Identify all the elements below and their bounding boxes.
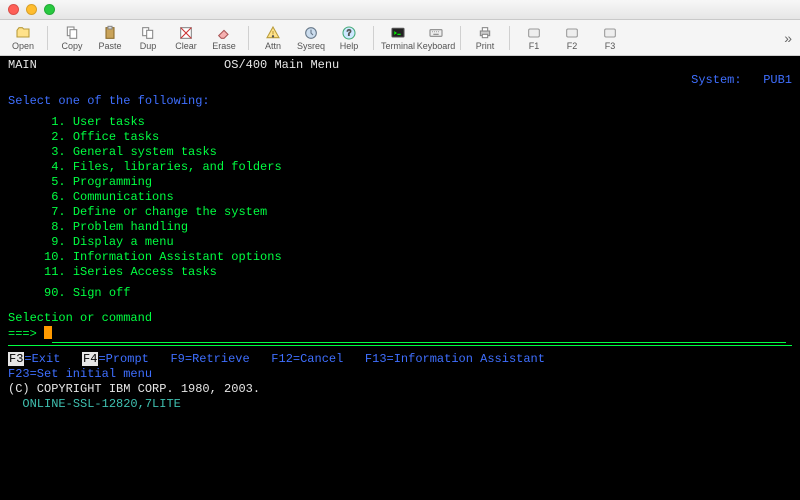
system-name: PUB1 xyxy=(763,73,792,87)
toolbar-separator xyxy=(248,26,249,50)
erase-icon xyxy=(215,25,233,41)
keyboard-button[interactable]: Keyboard xyxy=(419,21,453,55)
menu-option[interactable]: 4. Files, libraries, and folders xyxy=(51,160,281,174)
toolbar-separator xyxy=(509,26,510,50)
fkey-F12[interactable]: F12=Cancel xyxy=(271,352,343,366)
menu-option-signoff[interactable]: 90. Sign off xyxy=(44,286,130,300)
clear-icon xyxy=(177,25,195,41)
copyright: (C) COPYRIGHT IBM CORP. 1980, 2003. xyxy=(8,382,260,396)
status-mode: LITE xyxy=(152,397,181,412)
status-cursor-pos: 20,7 xyxy=(123,397,152,412)
toolbar-label: Terminal xyxy=(381,41,415,51)
clear-button[interactable]: Clear xyxy=(169,21,203,55)
fkey-F23[interactable]: F23=Set initial menu xyxy=(8,367,152,381)
fkey-F13[interactable]: F13=Information Assistant xyxy=(365,352,545,366)
system-label: System: xyxy=(691,73,741,87)
open-icon xyxy=(14,25,32,41)
menu-option[interactable]: 10. Information Assistant options xyxy=(44,250,282,264)
mac-titlebar xyxy=(0,0,800,20)
toolbar-label: Dup xyxy=(140,41,157,51)
toolbar-separator xyxy=(373,26,374,50)
open-button[interactable]: Open xyxy=(6,21,40,55)
terminal-icon xyxy=(389,25,407,41)
window-zoom-button[interactable] xyxy=(44,4,55,15)
command-prompt: ===> xyxy=(8,327,37,341)
select-prompt: Select one of the following: xyxy=(8,94,210,108)
status-bar: ONLINE-SSL-128 20,7 LITE xyxy=(8,397,792,412)
fkey-icon xyxy=(601,25,619,41)
copy-icon xyxy=(63,25,81,41)
help-button[interactable]: ? Help xyxy=(332,21,366,55)
fkey-F4[interactable]: F4 xyxy=(82,352,98,366)
menu-option[interactable]: 6. Communications xyxy=(51,190,173,204)
attn-button[interactable]: Attn xyxy=(256,21,290,55)
text-cursor xyxy=(44,326,52,339)
fkey-icon xyxy=(525,25,543,41)
erase-button[interactable]: Erase xyxy=(207,21,241,55)
copy-button[interactable]: Copy xyxy=(55,21,89,55)
toolbar-separator xyxy=(47,26,48,50)
print-button[interactable]: Print xyxy=(468,21,502,55)
fkey-F9[interactable]: F9=Retrieve xyxy=(170,352,249,366)
menu-option[interactable]: 2. Office tasks xyxy=(51,130,159,144)
fkey-row-1: F3=Exit F4=Prompt F9=Retrieve F12=Cancel… xyxy=(8,352,792,367)
toolbar-label: Sysreq xyxy=(297,41,325,51)
command-label: Selection or command xyxy=(8,311,152,325)
f3-button[interactable]: F3 xyxy=(593,21,627,55)
toolbar-label: Attn xyxy=(265,41,281,51)
menu-option[interactable]: 1. User tasks xyxy=(51,115,145,129)
svg-text:?: ? xyxy=(347,28,352,37)
dup-icon xyxy=(139,25,157,41)
menu-option[interactable]: 9. Display a menu xyxy=(51,235,173,249)
toolbar-label: Copy xyxy=(61,41,82,51)
toolbar-label: Print xyxy=(476,41,495,51)
command-input[interactable] xyxy=(52,327,786,343)
toolbar-label: F1 xyxy=(529,41,540,51)
menu-option[interactable]: 7. Define or change the system xyxy=(51,205,267,219)
f2-button[interactable]: F2 xyxy=(555,21,589,55)
help-icon: ? xyxy=(340,25,358,41)
toolbar-label: Paste xyxy=(98,41,121,51)
toolbar-label: F3 xyxy=(605,41,616,51)
page-title: OS/400 Main Menu xyxy=(37,58,339,72)
toolbar-label: F2 xyxy=(567,41,578,51)
menu-id: MAIN xyxy=(8,58,37,72)
toolbar-label: Clear xyxy=(175,41,197,51)
fkey-F3[interactable]: F3 xyxy=(8,352,24,366)
f1-button[interactable]: F1 xyxy=(517,21,551,55)
menu-option[interactable]: 11. iSeries Access tasks xyxy=(44,265,217,279)
print-icon xyxy=(476,25,494,41)
sysreq-button[interactable]: Sysreq xyxy=(294,21,328,55)
status-connection: ONLINE-SSL-128 xyxy=(22,397,123,412)
menu-option[interactable]: 5. Programming xyxy=(51,175,152,189)
keyboard-icon xyxy=(427,25,445,41)
paste-icon xyxy=(101,25,119,41)
sysreq-icon xyxy=(302,25,320,41)
toolbar-separator xyxy=(460,26,461,50)
toolbar-label: Keyboard xyxy=(417,41,456,51)
toolbar: Open Copy Paste Dup Clear Erase Attn Sysreq? Hel… xyxy=(0,20,800,56)
attn-icon xyxy=(264,25,282,41)
fkey-row-2: F23=Set initial menu xyxy=(8,367,792,382)
menu-option[interactable]: 8. Problem handling xyxy=(51,220,188,234)
terminal-button[interactable]: Terminal xyxy=(381,21,415,55)
window-close-button[interactable] xyxy=(8,4,19,15)
dup-button[interactable]: Dup xyxy=(131,21,165,55)
terminal-5250[interactable]: MAIN OS/400 Main Menu System: PUB1 Selec… xyxy=(0,56,800,500)
menu-option[interactable]: 3. General system tasks xyxy=(51,145,217,159)
paste-button[interactable]: Paste xyxy=(93,21,127,55)
toolbar-label: Erase xyxy=(212,41,236,51)
window-minimize-button[interactable] xyxy=(26,4,37,15)
toolbar-label: Open xyxy=(12,41,34,51)
toolbar-label: Help xyxy=(340,41,359,51)
fkey-icon xyxy=(563,25,581,41)
divider xyxy=(8,345,792,346)
toolbar-overflow-icon[interactable]: » xyxy=(784,30,792,46)
